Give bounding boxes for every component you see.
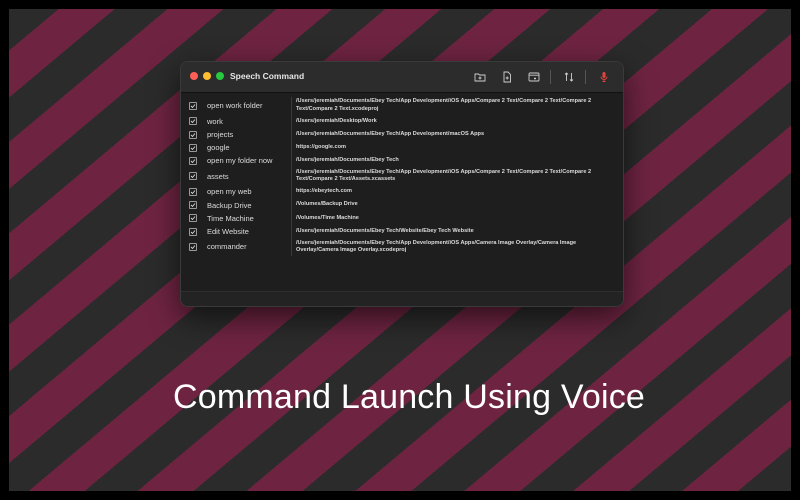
close-button[interactable] (190, 72, 198, 80)
command-row[interactable]: Edit Website/Users/jeremiah/Documents/Eb… (189, 224, 613, 239)
file-add-icon (503, 71, 511, 83)
command-phrase[interactable]: Time Machine (207, 214, 291, 223)
column-divider (291, 154, 292, 168)
checkmark-icon (190, 229, 196, 234)
add-folder-button[interactable] (471, 68, 489, 86)
column-divider (291, 224, 292, 239)
command-row[interactable]: Backup Drive/Volumes/Backup Drive (189, 198, 613, 212)
enabled-checkbox[interactable] (189, 143, 197, 152)
checkmark-icon (190, 174, 196, 179)
enabled-checkbox[interactable] (189, 242, 197, 251)
enabled-checkbox[interactable] (189, 214, 197, 223)
toolbar-separator (585, 70, 586, 84)
column-divider (291, 167, 292, 186)
command-target-path[interactable]: /Users/jeremiah/Documents/Ebey Tech/App … (296, 98, 613, 113)
column-divider (291, 211, 292, 225)
checkmark-icon (190, 119, 196, 124)
command-target-path[interactable]: https://google.com (296, 144, 613, 151)
command-target-path[interactable]: /Users/jeremiah/Desktop/Work (296, 118, 613, 125)
command-target-path[interactable]: /Volumes/Backup Drive (296, 201, 613, 208)
window-title: Speech Command (230, 71, 305, 81)
command-row[interactable]: open my web https://ebeytech.com (189, 185, 613, 199)
enabled-checkbox[interactable] (189, 172, 197, 181)
column-divider (291, 198, 292, 212)
checkmark-icon (190, 132, 196, 137)
command-row[interactable]: assets/Users/jeremiah/Documents/Ebey Tec… (189, 167, 613, 186)
command-phrase[interactable]: Backup Drive (207, 201, 291, 210)
command-phrase[interactable]: Edit Website (207, 227, 291, 236)
command-phrase[interactable]: assets (207, 172, 291, 181)
checkmark-icon (190, 245, 196, 250)
enabled-checkbox[interactable] (189, 117, 197, 126)
checkmark-icon (190, 145, 196, 150)
window-controls (190, 72, 224, 80)
column-divider (291, 114, 292, 128)
command-phrase[interactable]: open my web (207, 187, 291, 196)
window-footer (181, 291, 623, 306)
enabled-checkbox[interactable] (189, 156, 197, 165)
command-phrase[interactable]: google (207, 143, 291, 152)
column-divider (291, 97, 292, 115)
enabled-checkbox[interactable] (189, 101, 197, 110)
command-target-path[interactable]: /Users/jeremiah/Documents/Ebey Tech (296, 157, 613, 164)
column-divider (291, 141, 292, 155)
command-phrase[interactable]: projects (207, 130, 291, 139)
column-divider (291, 238, 292, 256)
command-target-path[interactable]: /Users/jeremiah/Documents/Ebey Tech/App … (296, 169, 613, 184)
caption-text: Command Launch Using Voice (172, 378, 646, 416)
enabled-checkbox[interactable] (189, 187, 197, 196)
command-row[interactable]: google https://google.com (189, 141, 613, 155)
command-phrase[interactable]: work (207, 117, 291, 126)
command-list: open work folder/Users/jeremiah/Document… (181, 93, 623, 292)
enabled-checkbox[interactable] (189, 201, 197, 210)
checkmark-icon (190, 104, 196, 109)
add-url-button[interactable] (525, 68, 543, 86)
command-row[interactable]: projects/Users/jeremiah/Documents/Ebey T… (189, 127, 613, 142)
command-row[interactable]: work/Users/jeremiah/Desktop/Work (189, 114, 613, 128)
title-bar: Speech Command (181, 62, 623, 93)
checkmark-icon (190, 203, 196, 208)
command-row[interactable]: open work folder/Users/jeremiah/Document… (189, 97, 613, 115)
command-phrase[interactable]: commander (207, 242, 291, 251)
command-target-path[interactable]: /Users/jeremiah/Documents/Ebey Tech/App … (296, 240, 613, 255)
voice-listen-button[interactable] (595, 68, 613, 86)
command-target-path[interactable]: https://ebeytech.com (296, 188, 613, 195)
command-row[interactable]: open my folder now/Users/jeremiah/Docume… (189, 154, 613, 168)
command-target-path[interactable]: /Volumes/Time Machine (296, 215, 613, 222)
checkmark-icon (190, 190, 196, 195)
command-row[interactable]: Time Machine/Volumes/Time Machine (189, 211, 613, 225)
checkmark-icon (190, 216, 196, 221)
sort-button[interactable] (560, 68, 578, 86)
folder-add-icon (474, 73, 486, 82)
speech-command-window: Speech Command open work folder /Users/j… (180, 61, 624, 307)
command-phrase[interactable]: open work folder (207, 101, 291, 110)
enabled-checkbox[interactable] (189, 130, 197, 139)
toolbar (462, 68, 613, 86)
enabled-checkbox[interactable] (189, 227, 197, 236)
sort-arrows-icon (564, 72, 574, 82)
command-target-path[interactable]: /Users/jeremiah/Documents/Ebey Tech/Webs… (296, 228, 613, 235)
column-divider (291, 185, 292, 199)
add-file-button[interactable] (498, 68, 516, 86)
command-target-path[interactable]: /Users/jeremiah/Documents/Ebey Tech/App … (296, 131, 613, 138)
checkmark-icon (190, 159, 196, 164)
microphone-icon (600, 72, 608, 82)
minimize-button[interactable] (203, 72, 211, 80)
browser-window-icon (528, 72, 540, 82)
zoom-button[interactable] (216, 72, 224, 80)
column-divider (291, 127, 292, 142)
command-row[interactable]: commander/Users/jeremiah/Documents/Ebey … (189, 238, 613, 256)
toolbar-separator (550, 70, 551, 84)
command-phrase[interactable]: open my folder now (207, 156, 291, 165)
striped-background: Speech Command open work folder /Users/j… (9, 9, 791, 491)
